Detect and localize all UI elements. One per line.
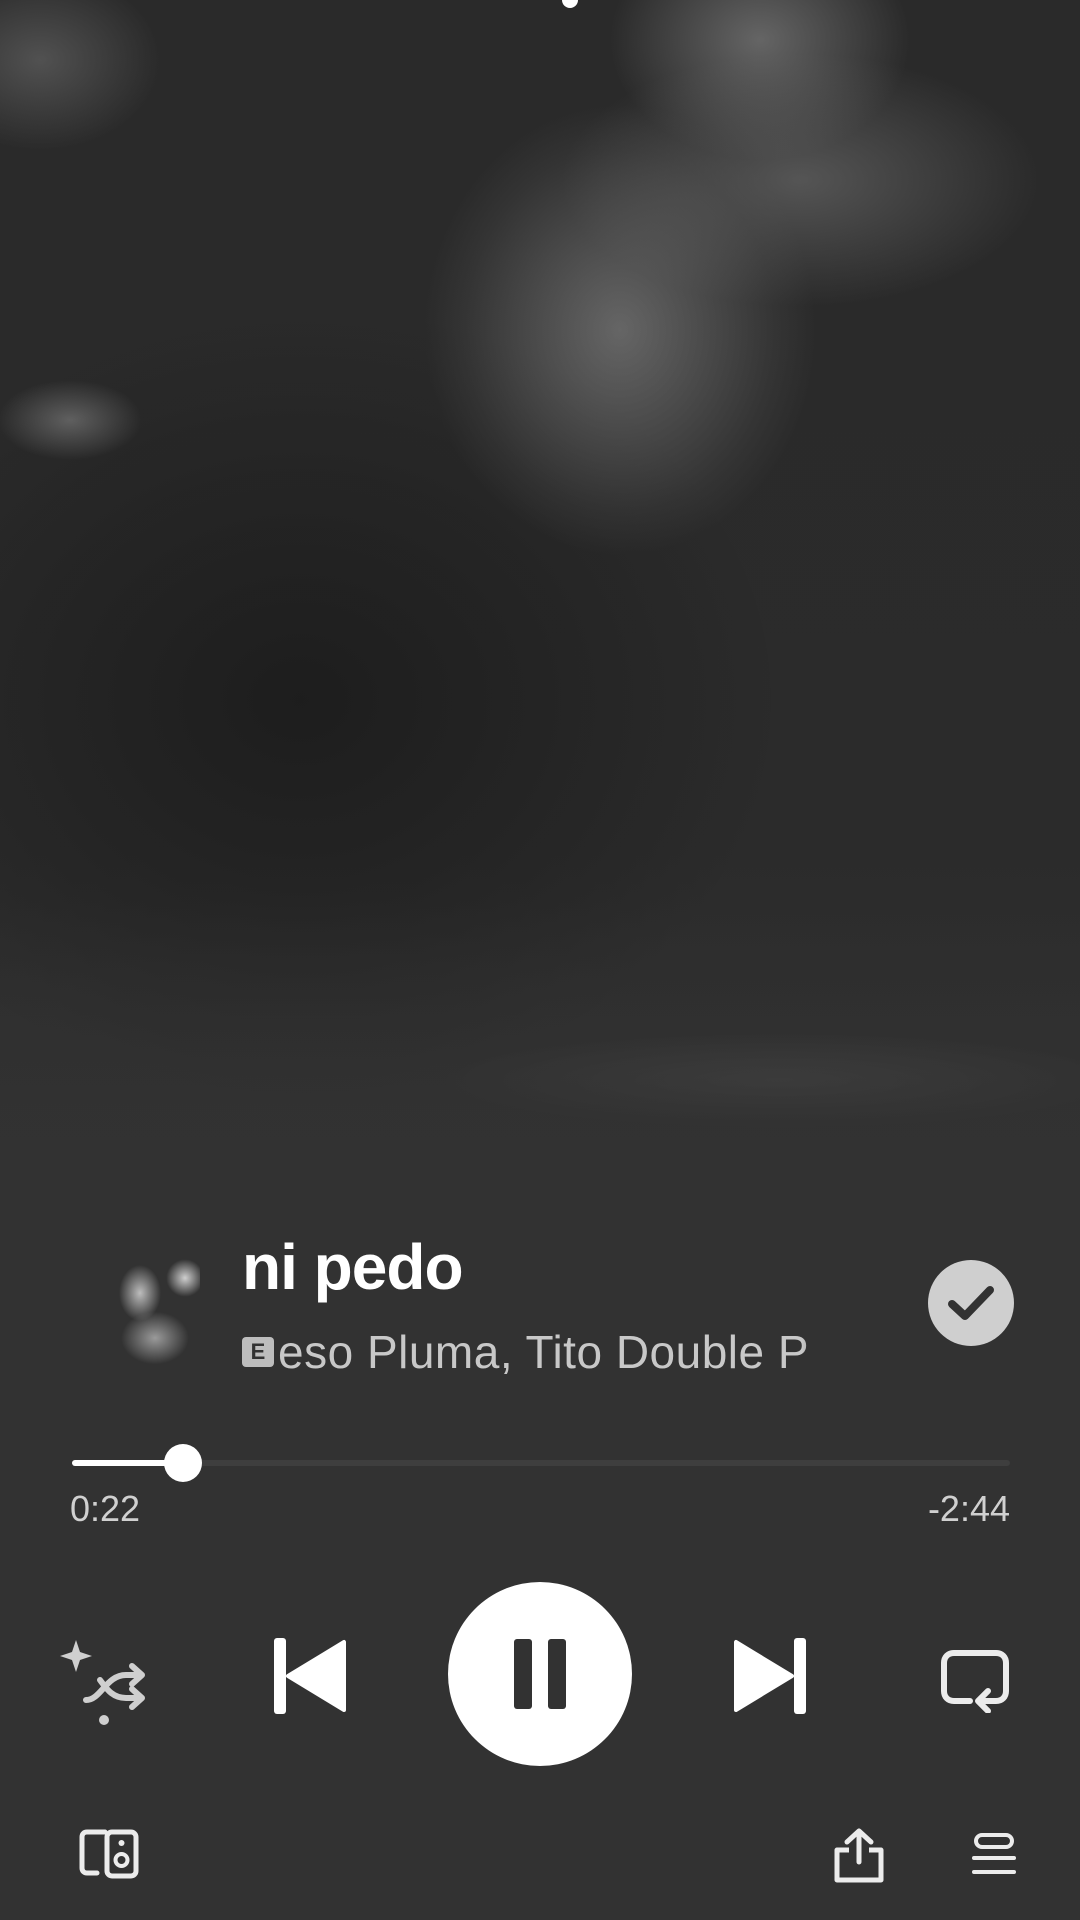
remaining-time: -2:44: [927, 1488, 1010, 1529]
background-fade: [0, 900, 1080, 1220]
artist-marquee-fade: [802, 1322, 842, 1382]
progress-bar[interactable]: [72, 1444, 1010, 1482]
queue-icon: [972, 1833, 1016, 1874]
pause-icon: [514, 1639, 566, 1709]
artist-names[interactable]: eso Pluma, Tito Double P: [278, 1325, 809, 1379]
page-indicator-dot: [562, 0, 578, 8]
smart-shuffle-button[interactable]: [56, 1630, 156, 1730]
explicit-badge: E: [242, 1337, 274, 1367]
smart-shuffle-icon: [60, 1640, 145, 1725]
saved-to-library-button[interactable]: [928, 1260, 1014, 1346]
connect-device-button[interactable]: [72, 1822, 146, 1886]
share-button[interactable]: [826, 1818, 892, 1894]
album-thumbnail[interactable]: [90, 1248, 200, 1373]
repeat-button[interactable]: [930, 1636, 1020, 1726]
artist-row[interactable]: E eso Pluma, Tito Double P: [242, 1322, 842, 1382]
connect-device-icon: [79, 1829, 139, 1879]
track-title[interactable]: ni pedo: [242, 1230, 464, 1304]
share-icon: [834, 1828, 884, 1883]
previous-track-button[interactable]: [262, 1628, 358, 1724]
check-icon: [948, 1286, 994, 1320]
pause-button[interactable]: [448, 1582, 632, 1766]
elapsed-time: 0:22: [70, 1488, 141, 1529]
repeat-icon: [941, 1650, 1009, 1713]
skip-previous-icon: [274, 1638, 346, 1714]
queue-button[interactable]: [964, 1824, 1024, 1888]
next-track-button[interactable]: [722, 1628, 818, 1724]
album-art-background: [0, 0, 1080, 1220]
skip-next-icon: [734, 1638, 806, 1714]
progress-handle[interactable]: [163, 1444, 202, 1482]
